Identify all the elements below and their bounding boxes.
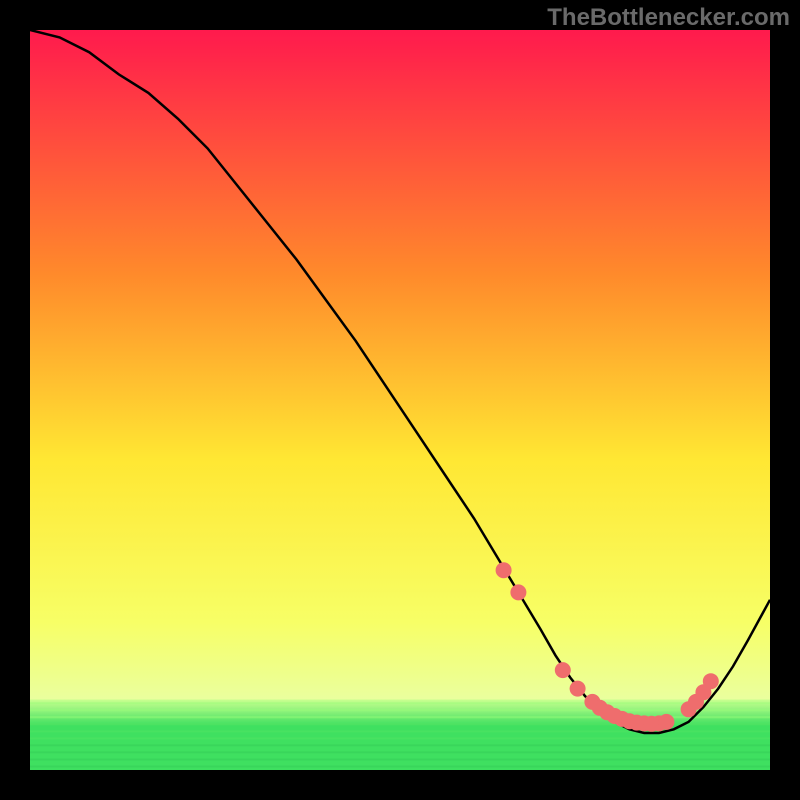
chart-svg [30,30,770,770]
watermark-text: TheBottleneсker.com [547,4,790,32]
gradient-background [30,30,770,770]
chart-frame: TheBottleneсker.com [0,0,800,800]
plot-area [30,30,770,770]
